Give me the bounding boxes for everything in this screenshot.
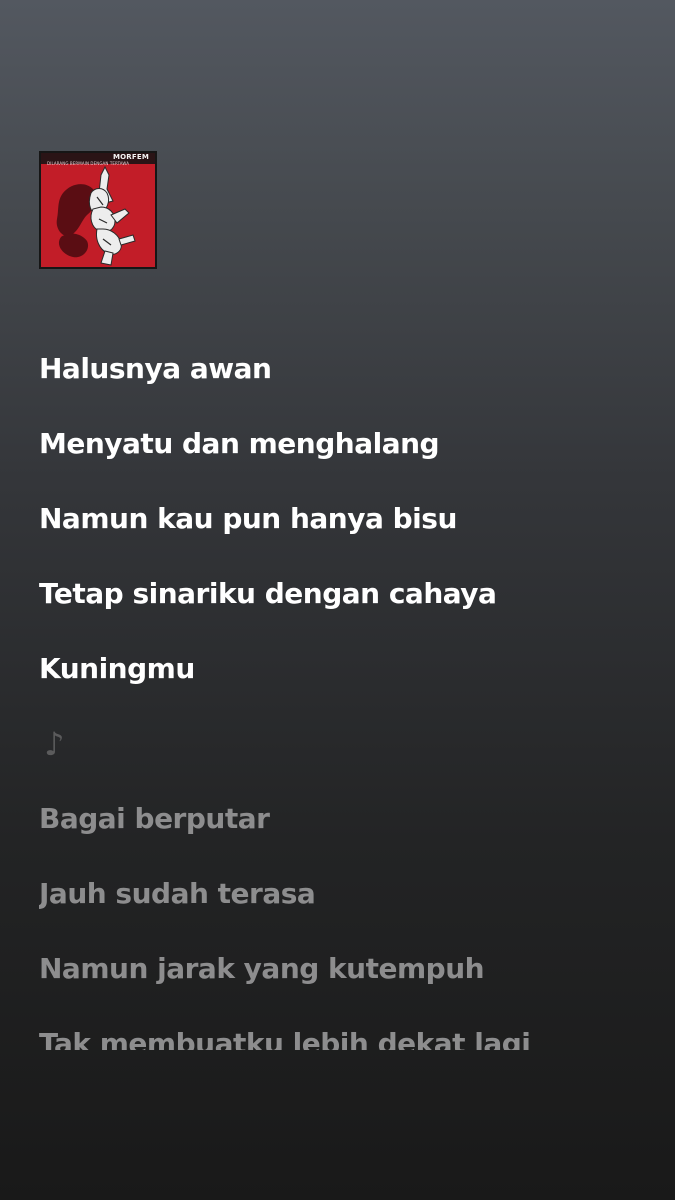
lyric-line[interactable]: Tak membuatku lebih dekat lagi: [39, 1011, 659, 1050]
lyric-line[interactable]: Bagai berputar: [39, 786, 659, 861]
lyrics-panel[interactable]: Halusnya awan Menyatu dan menghalang Nam…: [39, 336, 659, 1050]
lyric-line[interactable]: Menyatu dan menghalang: [39, 411, 659, 486]
album-artwork-illustration: [41, 153, 155, 267]
music-note-icon: ♪: [44, 725, 64, 763]
lyric-line[interactable]: Kuningmu: [39, 636, 659, 711]
lyric-line[interactable]: Halusnya awan: [39, 336, 659, 411]
lyric-line[interactable]: Namun kau pun hanya bisu: [39, 486, 659, 561]
album-band-name: MORFEM: [112, 153, 149, 161]
album-title: DILARANG BERMAIN DENGAN TERTAWA: [47, 161, 130, 166]
lyric-line[interactable]: Tetap sinariku dengan cahaya: [39, 561, 659, 636]
album-cover[interactable]: MORFEM DILARANG BERMAIN DENGAN TERTAWA: [39, 151, 157, 269]
lyric-line[interactable]: Jauh sudah terasa: [39, 861, 659, 936]
lyric-line[interactable]: Namun jarak yang kutempuh: [39, 936, 659, 1011]
